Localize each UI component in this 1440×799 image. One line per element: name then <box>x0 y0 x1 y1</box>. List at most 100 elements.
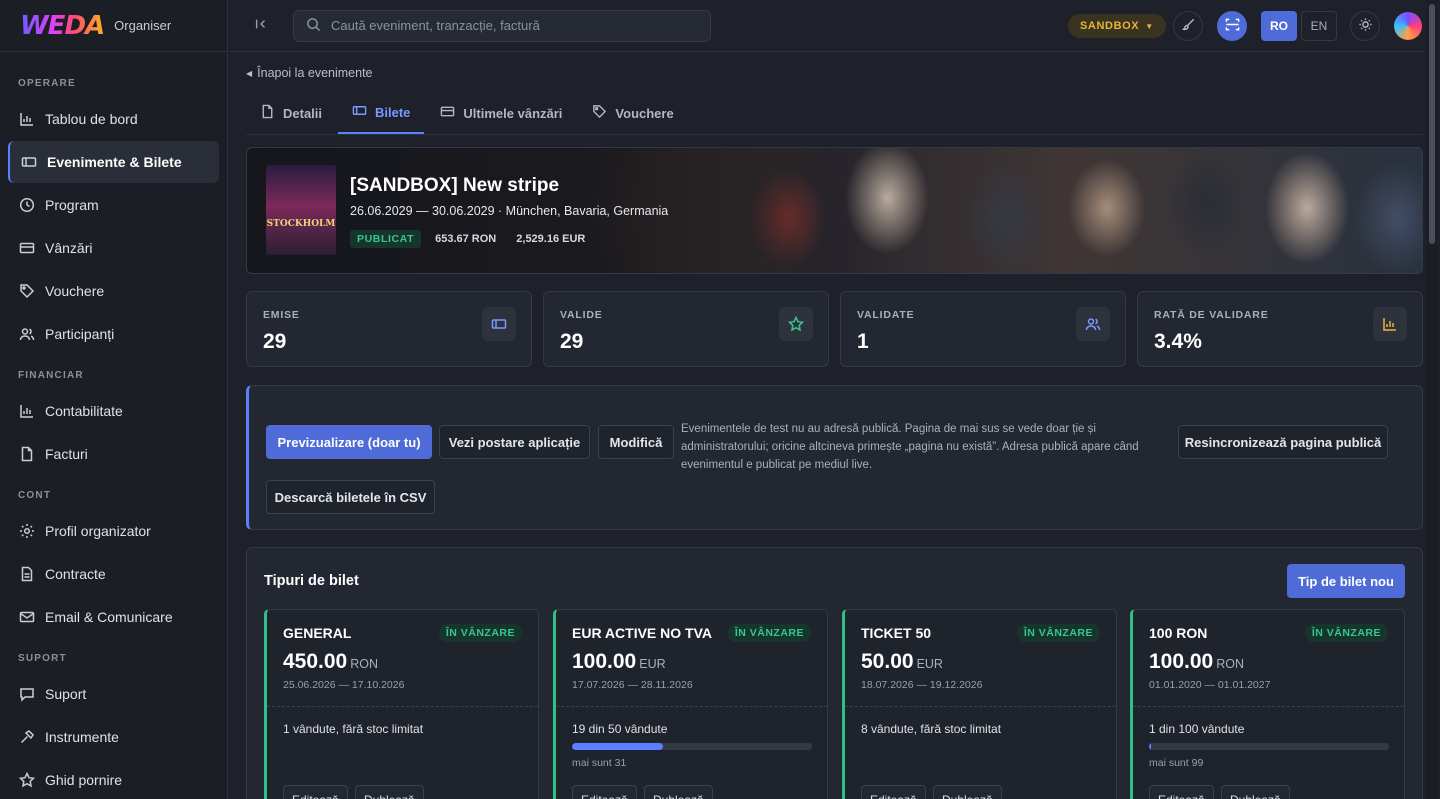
tag-icon <box>18 282 36 300</box>
duplicate-ticket-button[interactable]: Dublează <box>644 785 713 799</box>
sidebar-item-invoices[interactable]: Facturi <box>8 433 219 475</box>
duplicate-ticket-button[interactable]: Dublează <box>355 785 424 799</box>
sold-count: 1 din 100 vândute <box>1149 722 1245 736</box>
sidebar-item-tools[interactable]: Instrumente <box>8 716 219 758</box>
stat-value: 3.4% <box>1154 330 1202 353</box>
edit-ticket-button[interactable]: Editează <box>283 785 348 799</box>
clock-icon <box>18 196 36 214</box>
divider <box>267 706 538 707</box>
ticket-type-name: TICKET 50 <box>861 625 932 641</box>
sidebar-item-label: Tablou de bord <box>45 111 138 127</box>
tab-latest-sales[interactable]: Ultimele vânzări <box>426 92 576 134</box>
price-currency: EUR <box>639 657 666 671</box>
sidebar-item-accounting[interactable]: Contabilitate <box>8 390 219 432</box>
tab-vouchers[interactable]: Vouchere <box>578 92 687 134</box>
lang-ro-button[interactable]: RO <box>1261 11 1297 41</box>
ticket-type-card[interactable]: TICKET 50 ÎN VÂNZARE 50.00 EUR 18.07.2026… <box>842 609 1117 799</box>
app-logo[interactable]: WEDA <box>20 11 105 41</box>
sidebar-item-sales[interactable]: Vânzări <box>8 227 219 269</box>
sidebar-item-events[interactable]: Evenimente & Bilete <box>8 141 219 183</box>
duplicate-ticket-button[interactable]: Dublează <box>933 785 1002 799</box>
page-scrollbar[interactable] <box>1426 0 1438 799</box>
edit-ticket-button[interactable]: Editează <box>861 785 926 799</box>
preview-button[interactable]: Previzualizare (doar tu) <box>266 425 432 459</box>
ticket-type-card[interactable]: GENERAL ÎN VÂNZARE 450.00 RON 25.06.2026 … <box>264 609 539 799</box>
sidebar-item-participants[interactable]: Participanți <box>8 313 219 355</box>
ticket-icon <box>20 153 38 171</box>
sidebar-item-contracts[interactable]: Contracte <box>8 553 219 595</box>
sidebar-item-program[interactable]: Program <box>8 184 219 226</box>
edit-ticket-button[interactable]: Editează <box>572 785 637 799</box>
ticket-type-name: GENERAL <box>283 625 352 641</box>
new-ticket-type-button[interactable]: Tip de bilet nou <box>1287 564 1405 598</box>
sidebar: WEDA Organiser OPERARE Tablou de bord Ev… <box>0 0 228 799</box>
sidebar-item-label: Suport <box>45 686 87 702</box>
ticket-icon <box>482 307 516 341</box>
poster-title: STOCKHOLM <box>266 219 336 229</box>
sold-count: 1 vândute, fără stoc limitat <box>283 722 424 736</box>
ticket-icon <box>352 103 375 121</box>
tab-label: Ultimele vânzări <box>463 105 563 121</box>
collapse-sidebar-button[interactable] <box>229 17 293 34</box>
scrollbar-thumb[interactable] <box>1429 4 1435 244</box>
sale-period: 17.07.2026 — 28.11.2026 <box>572 679 693 691</box>
file-icon <box>18 445 36 463</box>
tag-icon <box>592 104 615 122</box>
divider <box>845 706 1116 707</box>
nav-section-financiar: FINANCIAR <box>18 369 84 381</box>
sidebar-item-label: Vouchere <box>45 283 105 299</box>
lang-en-button[interactable]: EN <box>1301 11 1337 41</box>
section-title: Tipuri de bilet <box>264 573 359 589</box>
stock-progress-fill <box>1149 743 1152 750</box>
tab-tickets[interactable]: Bilete <box>338 92 425 134</box>
stat-validation-rate: RATĂ DE VALIDARE 3.4% <box>1137 291 1423 367</box>
divider <box>1133 706 1404 707</box>
back-link[interactable]: ◀ Înapoi la evenimente <box>246 66 373 80</box>
environment-dropdown[interactable]: SANDBOX ▼ <box>1068 14 1166 38</box>
ticket-type-card[interactable]: EUR ACTIVE NO TVA ÎN VÂNZARE 100.00 EUR 1… <box>553 609 828 799</box>
brush-button[interactable] <box>1173 11 1203 41</box>
sidebar-item-support[interactable]: Suport <box>8 673 219 715</box>
sale-period: 01.01.2020 — 01.01.2027 <box>1149 679 1271 691</box>
sidebar-item-label: Vânzări <box>45 240 93 256</box>
chart-icon <box>18 402 36 420</box>
status-badge: ÎN VÂNZARE <box>727 624 811 642</box>
chevron-down-icon: ▼ <box>1145 21 1154 31</box>
download-csv-button[interactable]: Descarcă biletele în CSV <box>266 480 435 514</box>
search-input[interactable]: Caută eveniment, tranzacție, factură <box>293 9 711 42</box>
sidebar-item-profile[interactable]: Profil organizator <box>8 510 219 552</box>
star-icon <box>18 771 36 789</box>
stat-label: RATĂ DE VALIDARE <box>1154 309 1269 321</box>
event-title: [SANDBOX] New stripe <box>350 175 560 196</box>
edit-event-button[interactable]: Modifică <box>598 425 674 459</box>
duplicate-ticket-button[interactable]: Dublează <box>1221 785 1290 799</box>
price-value: 50.00 <box>861 650 914 673</box>
tab-label: Detalii <box>283 105 323 121</box>
avatar[interactable] <box>1394 12 1422 40</box>
revenue-eur: 2,529.16 EUR <box>516 233 586 245</box>
price-currency: EUR <box>916 657 943 671</box>
resync-public-page-button[interactable]: Resincronizează pagina publică <box>1178 425 1388 459</box>
sandbox-note: Evenimentele de test nu au adresă public… <box>681 423 1139 471</box>
theme-toggle-button[interactable] <box>1350 11 1380 41</box>
tab-label: Vouchere <box>615 105 674 121</box>
ticket-type-card[interactable]: 100 RON ÎN VÂNZARE 100.00 RON 01.01.2020 … <box>1130 609 1405 799</box>
sidebar-item-vouchers[interactable]: Vouchere <box>8 270 219 312</box>
sidebar-item-email[interactable]: Email & Comunicare <box>8 596 219 638</box>
stat-label: EMISE <box>263 309 300 321</box>
edit-ticket-button[interactable]: Editează <box>1149 785 1214 799</box>
users-icon <box>1076 307 1110 341</box>
sold-count: 19 din 50 vândute <box>572 722 668 736</box>
sidebar-item-guide[interactable]: Ghid pornire <box>8 759 219 799</box>
price-value: 100.00 <box>572 650 637 673</box>
stock-progress-bar <box>572 743 812 750</box>
tab-details[interactable]: Detalii <box>246 92 336 134</box>
sidebar-item-label: Program <box>45 197 99 213</box>
sidebar-item-dashboard[interactable]: Tablou de bord <box>8 98 219 140</box>
scan-button[interactable] <box>1217 11 1247 41</box>
view-app-post-button[interactable]: Vezi postare aplicație <box>439 425 590 459</box>
topbar: Caută eveniment, tranzacție, factură SAN… <box>229 0 1424 52</box>
nav-section-suport: SUPORT <box>18 652 67 664</box>
caret-left-icon: ◀ <box>246 68 253 78</box>
ticket-price: 450.00 RON <box>283 650 378 674</box>
